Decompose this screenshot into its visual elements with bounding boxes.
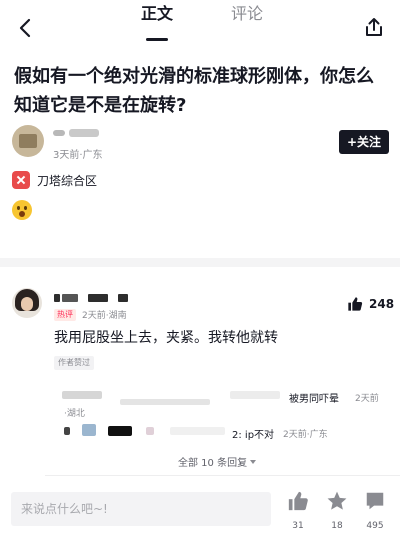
favorite-count: 18 xyxy=(331,521,343,531)
reply-separator xyxy=(45,475,400,476)
share-icon[interactable] xyxy=(362,15,386,39)
comment-meta: 热评 2天前·湖南 xyxy=(54,308,127,321)
dota-logo-icon xyxy=(12,171,30,189)
active-tab-indicator xyxy=(146,38,168,41)
comment-time-location: 2天前·湖南 xyxy=(82,311,127,321)
expand-replies-label: 全部 10 条回复 xyxy=(178,458,248,469)
circle-tag[interactable]: 刀塔综合区 xyxy=(12,170,97,190)
tab-article[interactable]: 正文 xyxy=(141,0,173,24)
author-name-redacted[interactable] xyxy=(53,126,101,138)
thumbs-up-icon xyxy=(288,491,308,511)
follow-button[interactable]: +关注 xyxy=(339,130,389,154)
reply-time: 2天前·广东 xyxy=(283,430,328,440)
author-liked-badge: 作者赞过 xyxy=(54,356,94,370)
comment-text: 我用屁股坐上去，夹紧。我转他就转 xyxy=(54,330,278,346)
circle-label: 刀塔综合区 xyxy=(37,173,98,188)
reply-text: 被男同吓晕 xyxy=(289,394,339,405)
reply-time: 2天前 xyxy=(355,394,379,404)
thumbs-up-icon xyxy=(348,297,363,311)
commenter-name-redacted[interactable] xyxy=(54,292,144,304)
like-count: 31 xyxy=(292,521,304,531)
comment-count: 495 xyxy=(366,521,384,531)
comment-bubble-icon xyxy=(366,492,384,510)
comment-input[interactable] xyxy=(11,492,271,526)
chevron-down-icon xyxy=(250,459,257,464)
comment-like-button[interactable]: 248 xyxy=(347,296,394,312)
reply-text: 2: ip不对 xyxy=(232,430,275,441)
surprised-emoji-icon xyxy=(12,200,32,220)
like-button[interactable]: 31 xyxy=(283,490,313,531)
back-arrow-icon[interactable] xyxy=(14,16,38,40)
comment-like-count: 248 xyxy=(369,297,395,311)
section-divider xyxy=(0,258,400,267)
hot-comment-badge: 热评 xyxy=(54,308,76,321)
question-title: 假如有一个绝对光滑的标准球形刚体，你怎么知道它是不是在旋转? xyxy=(14,66,374,116)
tab-comments[interactable]: 评论 xyxy=(231,0,263,24)
commenter-avatar[interactable] xyxy=(12,288,42,318)
comment-button[interactable]: 495 xyxy=(360,490,390,531)
top-nav: 正文 评论 xyxy=(0,0,400,56)
author-meta: 3天前·广东 xyxy=(53,150,103,161)
reply-location: ·湖北 xyxy=(64,409,85,419)
expand-replies-button[interactable]: 全部 10 条回复 xyxy=(178,454,257,469)
star-icon xyxy=(327,491,347,510)
author-avatar[interactable] xyxy=(12,125,44,157)
favorite-button[interactable]: 18 xyxy=(322,490,352,531)
